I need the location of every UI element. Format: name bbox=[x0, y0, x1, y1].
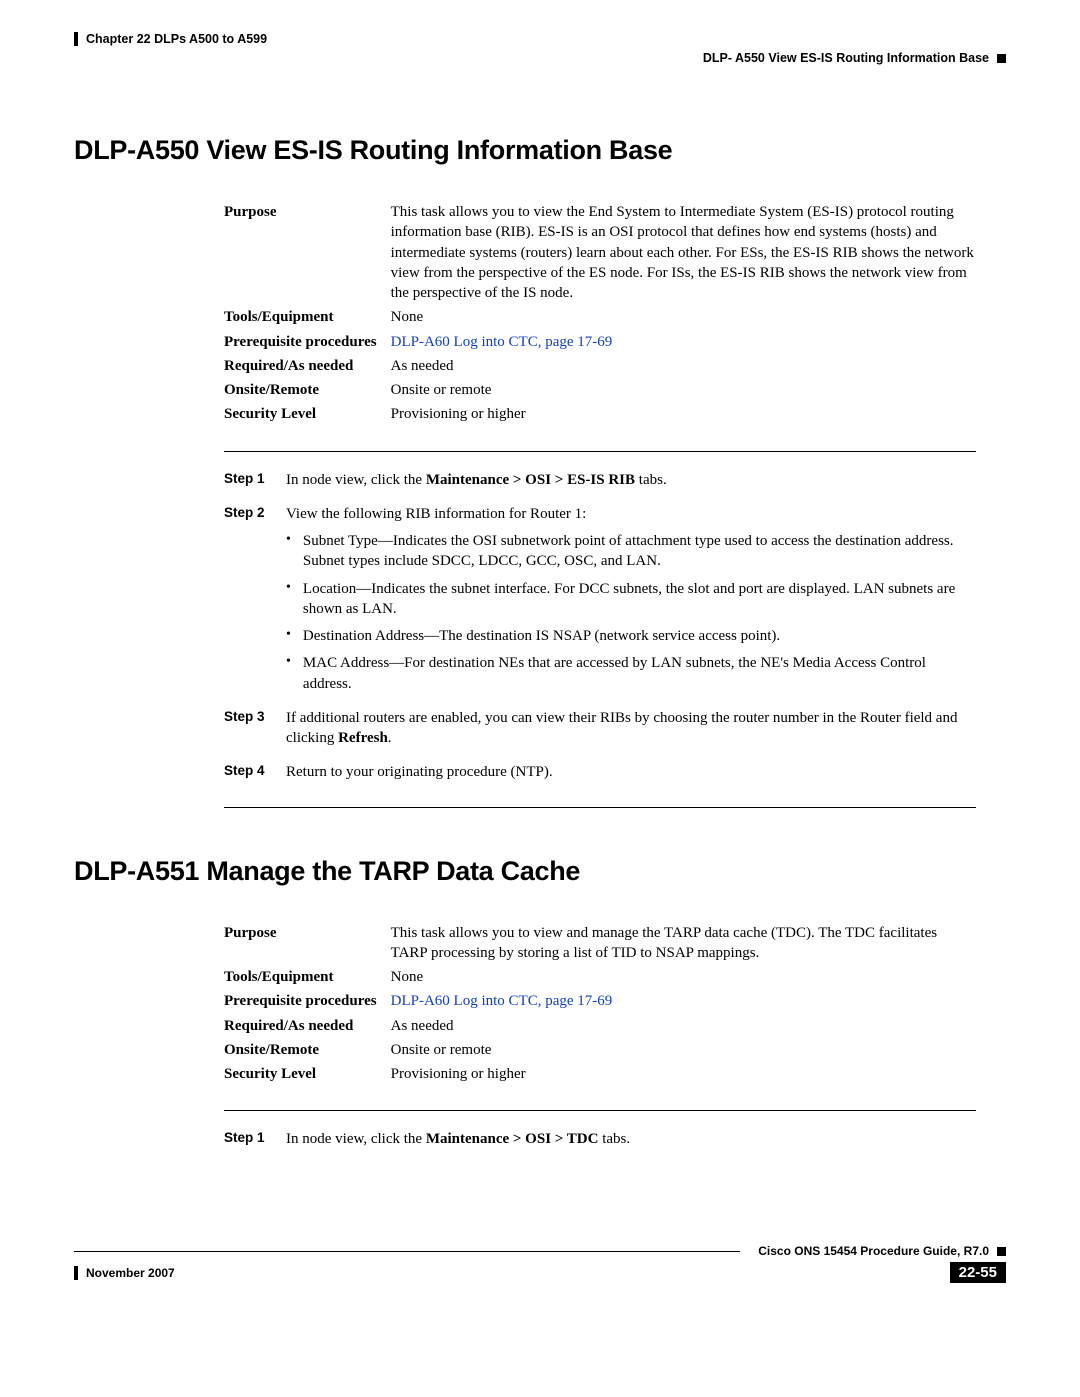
step-body: View the following RIB information for R… bbox=[286, 504, 976, 694]
header-accent-bar bbox=[74, 32, 78, 46]
footer-date: November 2007 bbox=[86, 1266, 175, 1280]
bullet-item: • Location—Indicates the subnet interface… bbox=[286, 579, 976, 620]
purpose-value: This task allows you to view the End Sys… bbox=[391, 200, 976, 305]
security-label: Security Level bbox=[224, 1062, 391, 1086]
tools-value: None bbox=[391, 965, 976, 989]
page-footer: Cisco ONS 15454 Procedure Guide, R7.0 No… bbox=[74, 1244, 1006, 1283]
onsite-label: Onsite/Remote bbox=[224, 378, 391, 402]
section-title-a550: DLP-A550 View ES-IS Routing Information … bbox=[74, 135, 1006, 166]
chapter-label: Chapter 22 DLPs A500 to A599 bbox=[86, 32, 267, 46]
info-table-a551: Purpose This task allows you to view and… bbox=[224, 921, 976, 1087]
step-label: Step 1 bbox=[224, 1129, 268, 1149]
required-value: As needed bbox=[391, 354, 976, 378]
divider bbox=[224, 807, 976, 808]
running-head-text: DLP- A550 View ES-IS Routing Information… bbox=[703, 51, 989, 65]
bullet-item: • Subnet Type—Indicates the OSI subnetwor… bbox=[286, 531, 976, 572]
step-label: Step 1 bbox=[224, 470, 268, 490]
bullet-item: • Destination Address—The destination IS … bbox=[286, 626, 976, 646]
step-text: tabs. bbox=[635, 472, 667, 488]
step-label: Step 4 bbox=[224, 762, 268, 782]
bullet-icon: • bbox=[286, 531, 291, 572]
required-value: As needed bbox=[391, 1014, 976, 1038]
step-text: In node view, click the bbox=[286, 472, 426, 488]
divider bbox=[224, 1110, 976, 1111]
step-body: Return to your originating procedure (NT… bbox=[286, 762, 976, 782]
tools-label: Tools/Equipment bbox=[224, 305, 391, 329]
bullet-text: Destination Address—The destination IS N… bbox=[303, 626, 780, 646]
step-text: tabs. bbox=[598, 1131, 630, 1147]
bullet-icon: • bbox=[286, 626, 291, 646]
step-text: View the following RIB information for R… bbox=[286, 506, 586, 522]
required-label: Required/As needed bbox=[224, 1014, 391, 1038]
step-text: In node view, click the bbox=[286, 1131, 426, 1147]
step-row: Step 2 View the following RIB informatio… bbox=[224, 504, 976, 694]
step-bold: Maintenance > OSI > ES-IS RIB bbox=[426, 472, 635, 488]
onsite-label: Onsite/Remote bbox=[224, 1038, 391, 1062]
prereq-link[interactable]: DLP-A60 Log into CTC, page 17-69 bbox=[391, 334, 613, 350]
page-number: 22-55 bbox=[950, 1262, 1006, 1283]
divider bbox=[224, 451, 976, 452]
prereq-link[interactable]: DLP-A60 Log into CTC, page 17-69 bbox=[391, 993, 613, 1009]
bullet-icon: • bbox=[286, 653, 291, 694]
bullet-item: • MAC Address—For destination NEs that ar… bbox=[286, 653, 976, 694]
tools-value: None bbox=[391, 305, 976, 329]
guide-title: Cisco ONS 15454 Procedure Guide, R7.0 bbox=[758, 1244, 989, 1258]
security-value: Provisioning or higher bbox=[391, 402, 976, 426]
step-row: Step 1 In node view, click the Maintenan… bbox=[224, 1129, 976, 1149]
purpose-label: Purpose bbox=[224, 200, 391, 305]
section-title-a551: DLP-A551 Manage the TARP Data Cache bbox=[74, 856, 1006, 887]
step-row: Step 3 If additional routers are enabled… bbox=[224, 708, 976, 749]
bullet-text: MAC Address—For destination NEs that are… bbox=[303, 653, 976, 694]
purpose-label: Purpose bbox=[224, 921, 391, 966]
required-label: Required/As needed bbox=[224, 354, 391, 378]
step-label: Step 3 bbox=[224, 708, 268, 749]
step-text: . bbox=[388, 730, 392, 746]
chapter-header: Chapter 22 DLPs A500 to A599 bbox=[74, 32, 267, 46]
step-row: Step 4 Return to your originating proced… bbox=[224, 762, 976, 782]
security-value: Provisioning or higher bbox=[391, 1062, 976, 1086]
bullet-text: Subnet Type—Indicates the OSI subnetwork… bbox=[303, 531, 976, 572]
step-bold: Maintenance > OSI > TDC bbox=[426, 1131, 599, 1147]
footer-rule bbox=[74, 1251, 740, 1252]
step-body: In node view, click the Maintenance > OS… bbox=[286, 470, 976, 490]
bullet-icon: • bbox=[286, 579, 291, 620]
info-table-a550: Purpose This task allows you to view the… bbox=[224, 200, 976, 427]
running-head: DLP- A550 View ES-IS Routing Information… bbox=[703, 51, 1006, 65]
header-square-icon bbox=[997, 54, 1006, 63]
bullet-text: Location—Indicates the subnet interface.… bbox=[303, 579, 976, 620]
onsite-value: Onsite or remote bbox=[391, 1038, 976, 1062]
prereq-label: Prerequisite procedures bbox=[224, 989, 391, 1013]
footer-accent-bar bbox=[74, 1266, 78, 1280]
purpose-value: This task allows you to view and manage … bbox=[391, 921, 976, 966]
tools-label: Tools/Equipment bbox=[224, 965, 391, 989]
step-row: Step 1 In node view, click the Maintenan… bbox=[224, 470, 976, 490]
step-label: Step 2 bbox=[224, 504, 268, 694]
footer-square-icon bbox=[997, 1247, 1006, 1256]
prereq-label: Prerequisite procedures bbox=[224, 330, 391, 354]
step-body: In node view, click the Maintenance > OS… bbox=[286, 1129, 976, 1149]
onsite-value: Onsite or remote bbox=[391, 378, 976, 402]
step-body: If additional routers are enabled, you c… bbox=[286, 708, 976, 749]
step-bold: Refresh bbox=[338, 730, 388, 746]
security-label: Security Level bbox=[224, 402, 391, 426]
